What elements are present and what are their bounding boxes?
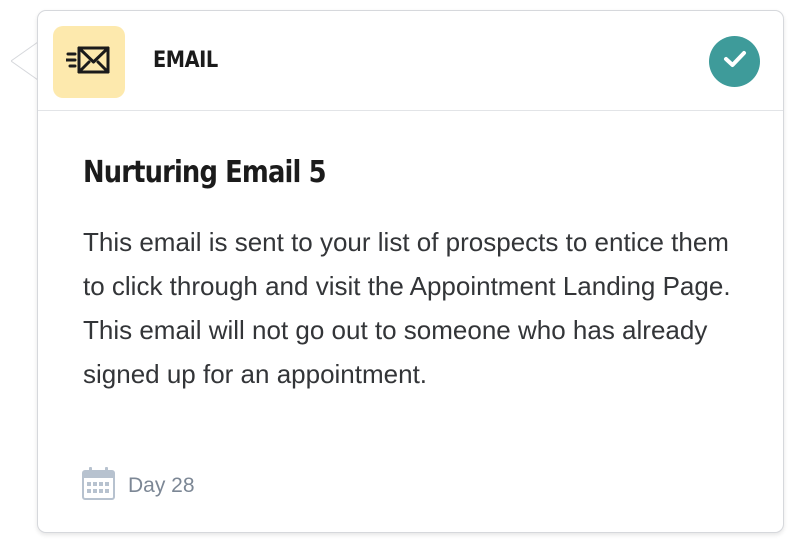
schedule-day-label: Day 28 — [128, 474, 195, 497]
email-description: This email is sent to your list of prosp… — [83, 227, 731, 389]
card-header: EMAIL — [38, 11, 783, 111]
calendar-icon — [82, 467, 115, 505]
schedule-info: Day 28 — [82, 467, 195, 505]
email-step-card[interactable]: EMAIL Nurturing Email 5 This email is se… — [37, 10, 784, 533]
completed-status-badge — [709, 36, 760, 87]
email-type-icon-tile — [53, 26, 125, 98]
email-title: Nurturing Email 5 — [83, 155, 327, 190]
check-icon — [723, 49, 747, 74]
envelope-fast-icon — [64, 43, 112, 82]
step-type-label: EMAIL — [153, 48, 218, 73]
